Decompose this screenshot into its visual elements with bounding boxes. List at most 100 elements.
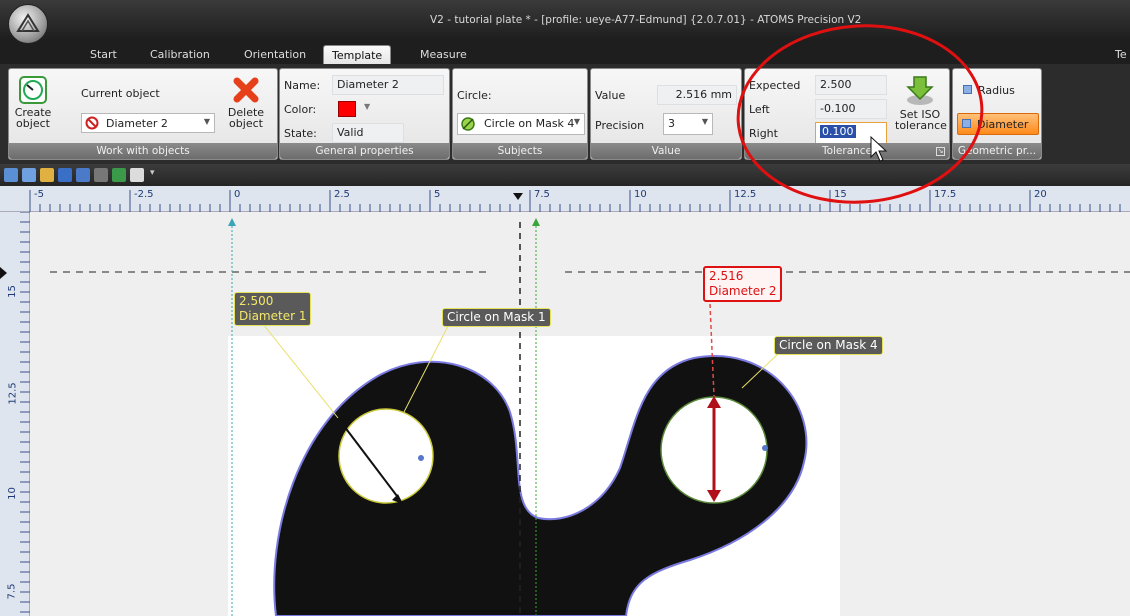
guide-arrow-icon	[532, 218, 540, 226]
guide-arrow-icon	[228, 218, 236, 226]
ruler-left-label: 15	[6, 285, 18, 298]
name-field[interactable]: Diameter 2	[332, 75, 444, 95]
new-icon[interactable]	[4, 168, 18, 182]
tab-start[interactable]: Start	[82, 45, 125, 64]
ruler-top-label: 2.5	[334, 189, 350, 200]
color-swatch[interactable]	[338, 101, 356, 117]
ribbon: Create object Current object Diameter 2 …	[0, 64, 1130, 164]
view-icon[interactable]	[22, 168, 36, 182]
save-icon[interactable]	[58, 168, 72, 182]
tab-te[interactable]: Te	[1107, 45, 1130, 64]
current-object-dropdown[interactable]: Diameter 2 ▼	[81, 113, 215, 133]
circle-dropdown[interactable]: Circle on Mask 4 ▼	[457, 113, 585, 135]
plate-scene	[50, 218, 1130, 616]
tab-template[interactable]: Template	[323, 45, 392, 64]
left-label: Left	[749, 103, 770, 116]
dialog-launcher-icon[interactable]: ↘	[936, 147, 945, 156]
diameter-2-name: Diameter 2	[709, 284, 777, 298]
tab-orientation[interactable]: Orientation	[236, 45, 314, 64]
set-iso-label-2: tolerance	[895, 119, 947, 132]
no-entry-icon	[85, 116, 99, 130]
color-chevron-icon[interactable]: ▼	[364, 102, 370, 111]
state-value: Valid	[332, 123, 404, 143]
ruler-top-label: 20	[1034, 189, 1047, 200]
group-work-with-objects: Create object Current object Diameter 2 …	[8, 68, 278, 160]
tab-measure[interactable]: Measure	[412, 45, 475, 64]
window-title: V2 - tutorial plate * - [profile: ueye-A…	[430, 14, 862, 26]
radius-icon	[963, 85, 972, 94]
ruler-left-label: 7.5	[6, 583, 18, 600]
expected-label: Expected	[749, 79, 801, 92]
radius-label: Radius	[978, 84, 1015, 97]
create-object-label-2: object	[16, 117, 50, 130]
group-label: Geometric pr...	[953, 143, 1041, 159]
ruler-left-marker-icon	[0, 267, 7, 279]
diameter-2-value: 2.516	[709, 269, 744, 283]
undo-icon[interactable]	[76, 168, 90, 182]
ruler-top-label: -2.5	[134, 189, 154, 200]
ruler-top-label: 0	[234, 189, 241, 200]
precision-label: Precision	[595, 119, 645, 132]
hole-1-handle[interactable]	[418, 455, 424, 461]
value-field: 2.516 mm	[657, 85, 737, 105]
hole-4-handle[interactable]	[762, 445, 768, 451]
circle-subject-icon	[461, 117, 475, 131]
open-folder-icon[interactable]	[40, 168, 54, 182]
delete-x-icon	[233, 77, 259, 103]
download-arrow-icon	[906, 76, 934, 105]
set-iso-tolerance-button[interactable]: Set ISO tolerance	[895, 73, 947, 143]
ruler-top-ticks	[29, 190, 1121, 212]
circle-value: Circle on Mask 4	[484, 117, 575, 130]
group-subjects: Circle: Circle on Mask 4 ▼ Subjects	[452, 68, 588, 160]
color-label: Color:	[284, 103, 317, 116]
diameter-2-callout[interactable]: 2.516 Diameter 2	[703, 266, 783, 302]
group-tolerance: Expected 2.500 Left -0.100 Right 0.100 S…	[744, 68, 950, 160]
left-field[interactable]: -0.100	[815, 99, 887, 119]
chevron-down-icon: ▼	[203, 117, 210, 126]
right-field[interactable]: 0.100	[815, 122, 887, 144]
excel-icon[interactable]	[112, 168, 126, 182]
group-label: Value	[591, 143, 741, 159]
redo-icon[interactable]	[94, 168, 108, 182]
ruler-top-label: 12.5	[734, 189, 757, 200]
diameter-option[interactable]: Diameter	[957, 113, 1039, 135]
diameter-1-value: 2.500	[239, 294, 274, 308]
customize-chevron-icon[interactable]: ▾	[150, 168, 155, 178]
diameter-icon	[962, 119, 971, 128]
diameter-1-callout[interactable]: 2.500 Diameter 1	[234, 292, 312, 326]
precision-value: 3	[668, 117, 675, 130]
group-label: Work with objects	[9, 143, 277, 159]
page-icon[interactable]	[130, 168, 144, 182]
delete-object-button[interactable]: Delete object	[223, 75, 269, 139]
group-label: Subjects	[453, 143, 587, 159]
diameter-1-name: Diameter 1	[239, 309, 307, 323]
ribbon-tabs: Start Calibration Orientation Template M…	[0, 40, 1130, 64]
mask-1-callout[interactable]: Circle on Mask 1	[442, 308, 551, 327]
ruler-top-label: 10	[634, 189, 647, 200]
precision-dropdown[interactable]: 3 ▼	[663, 113, 713, 135]
group-geometric: Radius Diameter Geometric pr...	[952, 68, 1042, 160]
app-logo-icon	[16, 13, 40, 32]
current-object-label: Current object	[81, 87, 160, 100]
expected-field[interactable]: 2.500	[815, 75, 887, 95]
ruler-top: -5 -2.5 0 2.5 5 7.5 10 12.5 15 17.5 20	[0, 186, 1130, 212]
ruler-top-label: 15	[834, 189, 847, 200]
chevron-down-icon: ▼	[573, 117, 580, 126]
group-label: Tolerance	[745, 143, 949, 159]
ruler-marker-icon	[513, 193, 523, 200]
radius-option[interactable]: Radius	[959, 81, 1037, 101]
circle-label: Circle:	[457, 89, 492, 102]
measurement-canvas[interactable]: 2.500 Diameter 1 Circle on Mask 1 2.516 …	[30, 212, 1130, 616]
right-label: Right	[749, 127, 778, 140]
create-object-button[interactable]: Create object	[13, 75, 53, 139]
ruler-top-label: -5	[34, 189, 44, 200]
group-general-properties: Name: Diameter 2 Color: ▼ State: Valid G…	[279, 68, 450, 160]
app-menu-button[interactable]	[8, 4, 48, 44]
tab-calibration[interactable]: Calibration	[142, 45, 218, 64]
mask-4-callout[interactable]: Circle on Mask 4	[774, 336, 883, 355]
diameter-label: Diameter	[977, 118, 1029, 131]
gauge-icon	[19, 76, 47, 104]
ruler-top-label: 17.5	[934, 189, 957, 200]
ruler-left: 15 12.5 10 7.5	[0, 212, 30, 616]
state-label: State:	[284, 127, 317, 140]
